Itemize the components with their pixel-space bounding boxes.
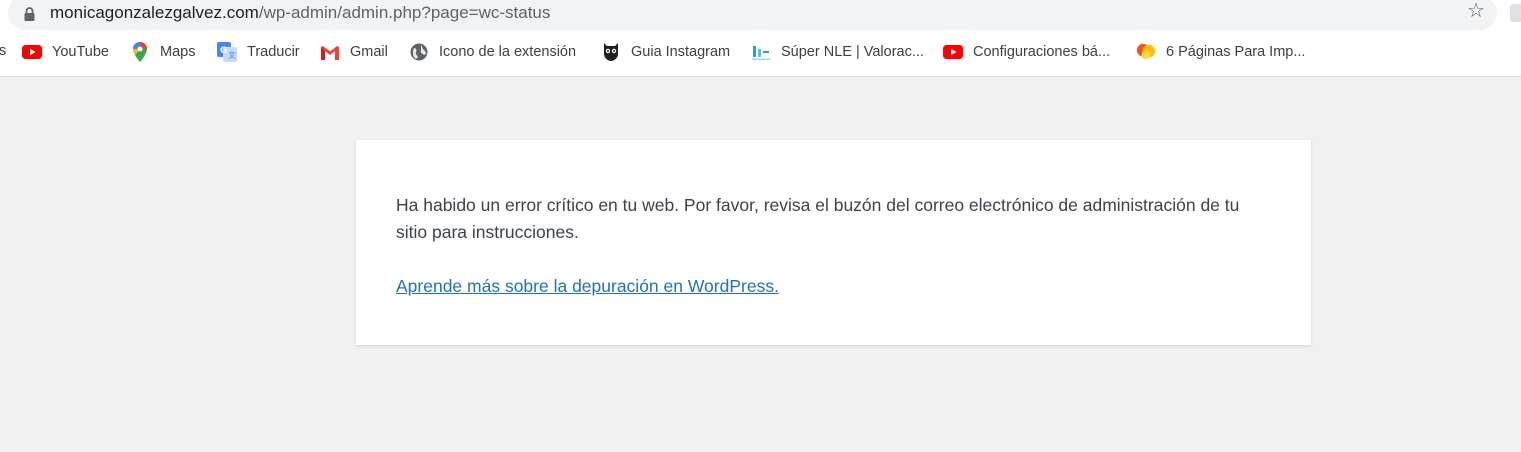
error-message: Ha habido un error crítico en tu web. Po… — [396, 195, 1240, 242]
circles-icon — [1136, 42, 1156, 62]
error-card: Ha habido un error crítico en tu web. Po… — [356, 140, 1311, 345]
svg-text:G: G — [220, 46, 227, 56]
bookmark-youtube[interactable]: YouTube — [22, 36, 109, 68]
bookmark-traducir[interactable]: G文 Traducir — [217, 36, 300, 68]
bookmarks-bar: s YouTube Maps G文 Traducir Gmail Icono d… — [0, 36, 1521, 68]
bookmark-configuraciones[interactable]: Configuraciones bá... — [943, 36, 1110, 68]
url-host: monicagonzalezgalvez.com — [50, 3, 259, 22]
bookmark-label: Gmail — [350, 44, 388, 60]
nle-logo-icon — [751, 42, 771, 62]
youtube-icon — [22, 42, 42, 62]
translate-icon: G文 — [217, 42, 237, 62]
bookmark-label: Súper NLE | Valorac... — [781, 44, 924, 60]
bookmark-label: Icono de la extensión — [439, 44, 577, 60]
youtube-icon — [943, 42, 963, 62]
address-bar[interactable]: monicagonzalezgalvez.com/wp-admin/admin.… — [8, 0, 1497, 30]
bookmark-partial-label[interactable]: s — [0, 43, 6, 59]
bookmark-gmail[interactable]: Gmail — [320, 36, 388, 68]
bookmark-label: Configuraciones bá... — [973, 44, 1111, 60]
bookmark-label: 6 Páginas Para Imp... — [1166, 44, 1306, 60]
bookmark-star-icon[interactable]: ☆ — [1467, 1, 1485, 21]
gmail-icon — [320, 42, 340, 62]
bookmark-label: Maps — [160, 44, 196, 60]
bookmark-maps[interactable]: Maps — [130, 36, 195, 68]
globe-icon — [409, 42, 429, 62]
bookmark-guia-instagram[interactable]: Guia Instagram — [601, 36, 730, 68]
browser-chrome: monicagonzalezgalvez.com/wp-admin/admin.… — [0, 0, 1521, 77]
svg-text:文: 文 — [228, 50, 236, 60]
bookmark-icono-extension[interactable]: Icono de la extensión — [409, 36, 576, 68]
bookmark-6-paginas[interactable]: 6 Páginas Para Imp... — [1136, 36, 1305, 68]
bookmark-label: Guia Instagram — [631, 44, 731, 60]
maps-pin-icon — [130, 42, 150, 62]
lock-icon[interactable] — [24, 7, 35, 26]
bookmark-super-nle[interactable]: Súper NLE | Valorac... — [751, 36, 924, 68]
extension-icon[interactable] — [1510, 4, 1521, 22]
owl-icon — [601, 42, 621, 62]
url-path: /wp-admin/admin.php?page=wc-status — [258, 3, 551, 22]
bookmark-label: YouTube — [52, 44, 109, 60]
bookmark-label: Traducir — [247, 44, 300, 60]
debugging-docs-link[interactable]: Aprende más sobre la depuración en WordP… — [396, 276, 779, 297]
address-url[interactable]: monicagonzalezgalvez.com/wp-admin/admin.… — [50, 3, 550, 23]
